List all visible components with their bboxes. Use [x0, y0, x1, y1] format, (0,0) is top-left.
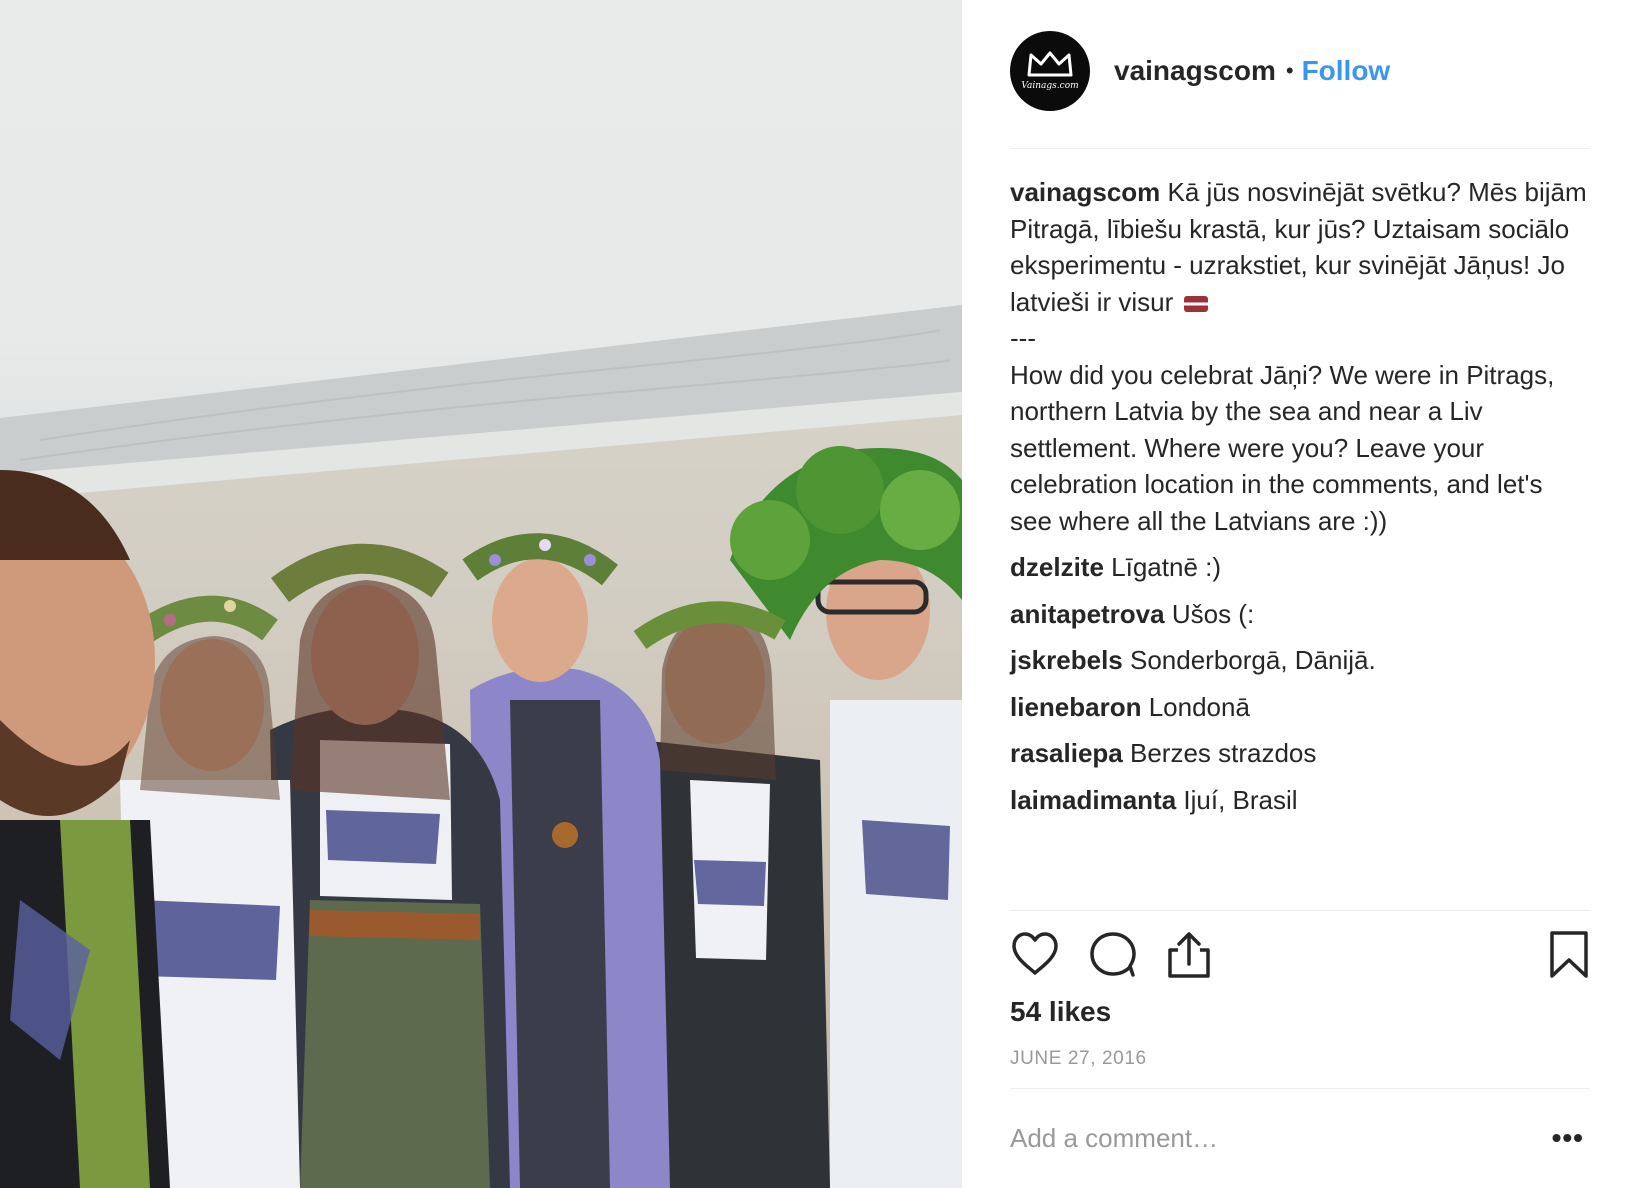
- comment-username[interactable]: dzelzite: [1010, 552, 1104, 582]
- caption-text-continued: --- How did you celebrat Jāņi? We were i…: [1010, 323, 1555, 536]
- avatar-logo-text: Vainags.com: [1021, 81, 1079, 91]
- comments-list: vainagscom Kā jūs nosvinējāt svētku? Mēs…: [1010, 174, 1590, 818]
- header-separator: •: [1285, 58, 1294, 83]
- header-divider: [1010, 148, 1590, 149]
- instagram-post: Vainags.com vainagscom • Follow vainagsc…: [0, 0, 1626, 1188]
- comment-username[interactable]: lienebaron: [1010, 692, 1141, 722]
- comment-item: rasaliepa Berzes strazdos: [1010, 735, 1590, 772]
- comment-text: Līgatnē :): [1111, 552, 1222, 582]
- share-icon[interactable]: [1164, 930, 1214, 980]
- comment-item: lienebaron Londonā: [1010, 689, 1590, 726]
- comment-username[interactable]: rasaliepa: [1010, 738, 1123, 768]
- comment-username[interactable]: laimadimanta: [1010, 785, 1176, 815]
- footer-divider: [1010, 1088, 1590, 1089]
- speech-bubble-icon[interactable]: [1088, 930, 1138, 978]
- follow-button[interactable]: Follow: [1302, 55, 1391, 87]
- comments-divider: [1010, 910, 1590, 911]
- bookmark-icon[interactable]: [1548, 930, 1590, 980]
- heart-icon[interactable]: [1010, 930, 1060, 978]
- action-bar: [1010, 930, 1590, 986]
- comment-text: Ušos (:: [1171, 598, 1255, 629]
- comment-text: Sonderborgā, Dānijā.: [1129, 645, 1376, 675]
- post-caption: vainagscom Kā jūs nosvinējāt svētku? Mēs…: [1010, 174, 1590, 539]
- post-sidebar: Vainags.com vainagscom • Follow vainagsc…: [962, 0, 1626, 1188]
- post-date: JUNE 27, 2016: [1010, 1048, 1147, 1069]
- comment-text: Berzes strazdos: [1129, 738, 1317, 768]
- group-photo-illustration: [0, 305, 962, 1188]
- profile-avatar[interactable]: Vainags.com: [1010, 31, 1090, 111]
- comment-text: Londonā: [1148, 691, 1250, 722]
- comment-item: dzelzite Līgatnē :): [1010, 549, 1590, 586]
- comment-username[interactable]: anitapetrova: [1010, 599, 1165, 629]
- comment-item: anitapetrova Ušos (:: [1010, 596, 1590, 633]
- post-header: Vainags.com vainagscom • Follow: [1010, 30, 1390, 112]
- comment-text: Ijuí, Brasil: [1183, 784, 1298, 815]
- add-comment-input[interactable]: [1010, 1110, 1510, 1166]
- latvia-flag-icon: [1184, 295, 1209, 312]
- likes-count[interactable]: 54 likes: [1010, 996, 1111, 1028]
- comment-item: jskrebels Sonderborgā, Dānijā.: [1010, 642, 1590, 679]
- header-username[interactable]: vainagscom: [1114, 55, 1276, 87]
- more-options-button[interactable]: •••: [1552, 1122, 1584, 1154]
- crown-logo-icon: [1027, 51, 1073, 77]
- post-photo[interactable]: [0, 0, 962, 1188]
- add-comment-bar: •••: [1010, 1110, 1590, 1166]
- caption-username[interactable]: vainagscom: [1010, 177, 1160, 207]
- comment-item: laimadimanta Ijuí, Brasil: [1010, 782, 1590, 819]
- comment-username[interactable]: jskrebels: [1010, 645, 1123, 675]
